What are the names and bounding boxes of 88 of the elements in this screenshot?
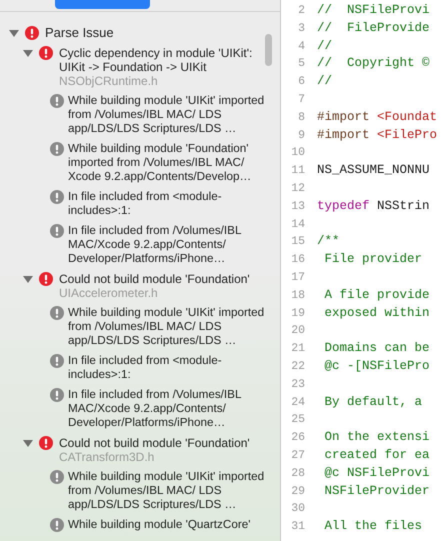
code-token: // Copyright © (317, 56, 430, 70)
scrollbar-thumb[interactable] (265, 34, 272, 66)
line-number: 7 (297, 92, 305, 108)
note-message[interactable]: In file included from /Volumes/IBL MAC/Xcode 9.2.app/Contents/ Developer/Platforms/iPhone… (68, 224, 265, 266)
line-number: 13 (290, 198, 305, 215)
line-number: 19 (290, 306, 305, 322)
error-message[interactable]: Cyclic dependency in module 'UIKit': UIKit -> Foundation -> UIKit (59, 46, 269, 74)
line-number: 8 (297, 110, 305, 126)
line-number: 10 (290, 145, 305, 162)
disclosure-triangle-icon[interactable] (23, 274, 33, 284)
code-token: // FileProvide (317, 20, 430, 35)
line-number: 31 (290, 519, 305, 536)
line-number: 30 (290, 501, 305, 518)
note-icon (50, 94, 64, 108)
code-token: created for ea (324, 448, 430, 462)
code-token: @c -[NSFilePro (324, 358, 430, 373)
error-message[interactable]: Could not build module 'Foundation' (59, 272, 269, 286)
line-number: 17 (290, 270, 305, 286)
note-icon (50, 354, 64, 368)
line-number: 23 (290, 376, 305, 393)
code-token: NS_ASSUME_NONNU (317, 163, 430, 178)
note-message[interactable]: While building module 'UIKit' imported from /Volumes/IBL MAC/ LDS app/LDS/LDS Scriptures/LDS … (68, 94, 265, 136)
error-icon (39, 436, 53, 450)
note-icon (50, 388, 64, 402)
disclosure-triangle-icon[interactable] (23, 48, 33, 58)
line-number: 20 (290, 323, 305, 340)
line-number: 26 (290, 430, 305, 446)
error-message[interactable]: Could not build module 'Foundation' (59, 436, 269, 450)
code-token: File provider (324, 252, 422, 266)
code-token: exposed within (324, 306, 430, 320)
file-name: UIAccelerometer.h (59, 286, 159, 300)
code-token: typedef (317, 198, 370, 213)
code-token: A file provide (324, 288, 430, 302)
line-number: 27 (290, 448, 305, 464)
code-token: On the extensi (324, 430, 430, 444)
note-message[interactable]: While building module 'Foundation' imported from /Volumes/IBL MAC/ Xcode 9.2.app/Contents/Develop… (68, 142, 265, 184)
code-token: All the files (324, 519, 422, 534)
line-number: 28 (290, 466, 305, 482)
line-number: 14 (290, 216, 305, 233)
code-token: #import (317, 110, 370, 124)
code-token: @c NSFileProvi (324, 466, 430, 480)
note-message[interactable]: While building module 'UIKit' imported from /Volumes/IBL MAC/ LDS app/LDS/LDS Scriptures/LDS … (68, 470, 265, 512)
line-number: 21 (290, 341, 305, 358)
line-number: 24 (290, 394, 305, 411)
disclosure-triangle-icon[interactable] (23, 438, 33, 448)
code-token: #import (317, 128, 370, 142)
line-number: 3 (297, 20, 305, 37)
code-token: NSStrin (377, 198, 430, 213)
code-token: Domains can be (324, 341, 430, 356)
line-number: 16 (290, 252, 305, 268)
error-icon (39, 46, 53, 60)
disclosure-triangle-icon[interactable] (9, 28, 19, 38)
code-token: // (317, 74, 332, 88)
note-icon (50, 142, 64, 156)
issue-group-title[interactable]: Parse Issue (45, 26, 114, 40)
note-icon (50, 470, 64, 484)
line-number: 29 (290, 484, 305, 500)
line-number: 18 (290, 288, 305, 304)
error-icon (39, 272, 53, 286)
code-token: // NSFileProvi (317, 3, 430, 17)
note-icon (50, 306, 64, 320)
line-number: 2 (297, 3, 305, 19)
line-number: 11 (290, 163, 305, 180)
note-message[interactable]: While building module 'QuartzCore' (68, 518, 265, 532)
code-token: /** (317, 234, 340, 248)
error-icon (25, 26, 39, 40)
note-message[interactable]: In file included from /Volumes/IBL MAC/Xcode 9.2.app/Contents/ Developer/Platforms/iPhone… (68, 388, 265, 430)
line-number: 15 (290, 234, 305, 250)
code-token: <FilePro (377, 128, 438, 142)
note-icon (50, 518, 64, 532)
line-number: 22 (290, 358, 305, 375)
code-token: NSFileProvider (324, 484, 430, 498)
line-number: 5 (297, 56, 305, 72)
line-number: 4 (297, 38, 305, 55)
line-number: 9 (297, 128, 305, 144)
file-name: CATransform3D.h (59, 450, 156, 464)
note-message[interactable]: In file included from <module-includes>:1: (68, 190, 265, 218)
note-message[interactable]: While building module 'UIKit' imported from /Volumes/IBL MAC/ LDS app/LDS/LDS Scriptures/LDS … (68, 306, 265, 348)
code-token: // (317, 38, 332, 53)
line-number: 12 (290, 180, 305, 197)
file-name: NSObjCRuntime.h (59, 74, 159, 88)
code-token: <Foundat (377, 110, 438, 124)
note-message[interactable]: In file included from <module-includes>:1: (68, 354, 265, 382)
code-token: By default, a (324, 394, 422, 409)
line-number: 6 (297, 74, 305, 90)
note-icon (50, 190, 64, 204)
note-icon (50, 224, 64, 238)
line-number: 25 (290, 412, 305, 428)
